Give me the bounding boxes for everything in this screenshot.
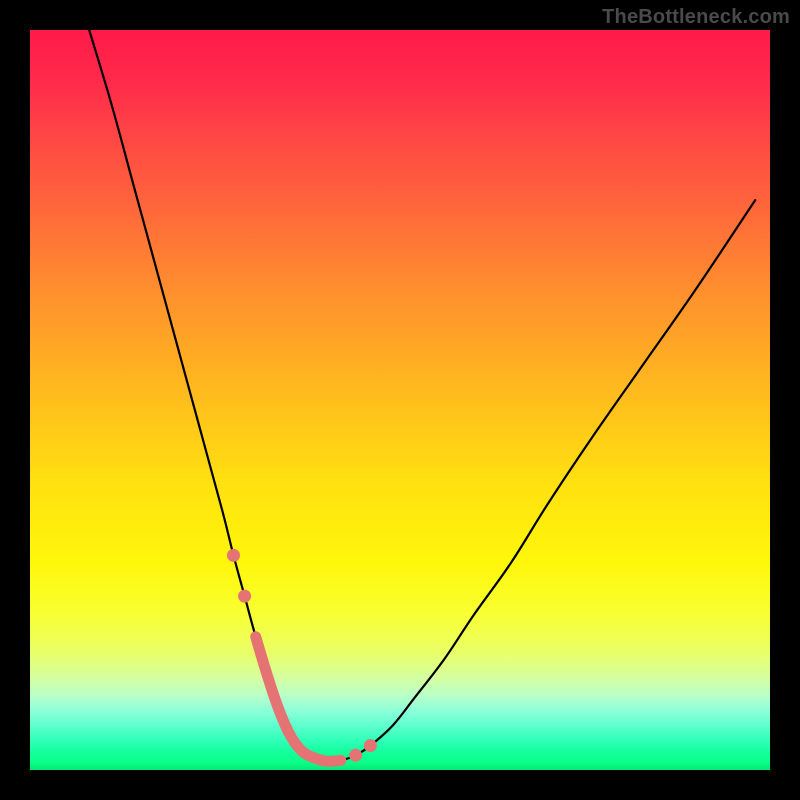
curve-marker (238, 590, 251, 603)
curve-layer (30, 30, 770, 770)
curve-marker (227, 549, 240, 562)
watermark-text: TheBottleneck.com (602, 6, 790, 29)
plot-area (30, 30, 770, 770)
curve-bottom-highlight (256, 637, 341, 762)
curve-marker (349, 749, 362, 762)
chart-frame: TheBottleneck.com (0, 0, 800, 800)
curve-marker (364, 739, 377, 752)
bottleneck-curve (89, 30, 755, 761)
